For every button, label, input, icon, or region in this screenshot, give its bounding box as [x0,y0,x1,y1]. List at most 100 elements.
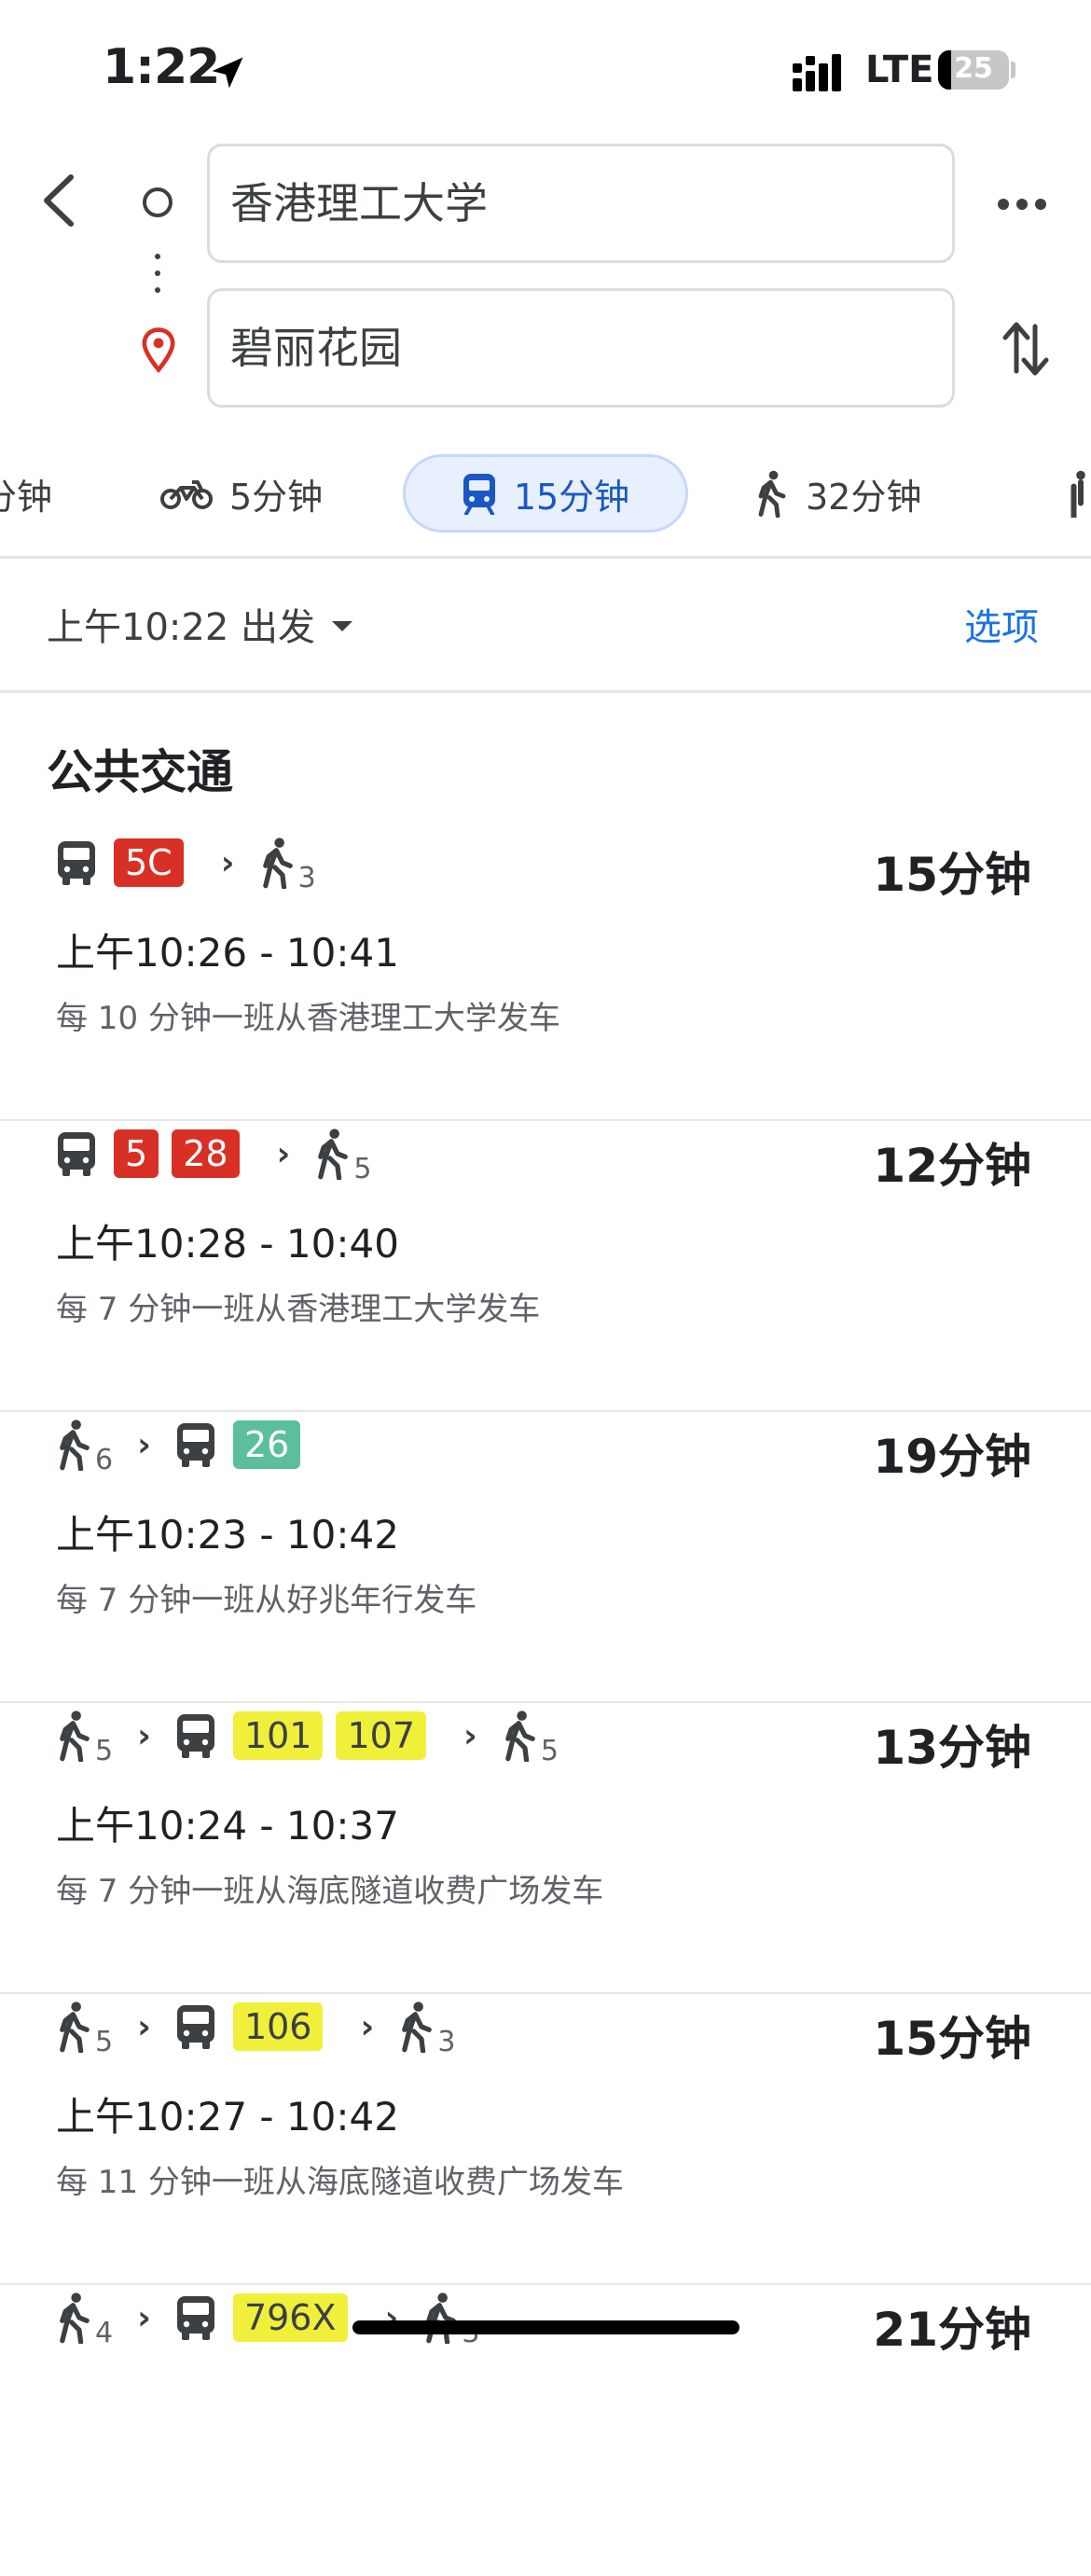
mode-tab-motorcycle[interactable]: 5分钟 [160,454,323,533]
battery-nub [1011,62,1015,78]
walk-icon [758,470,786,518]
route-frequency: 每 7 分钟一班从好兆年行发车 [56,1582,477,1619]
route-steps: 5 28 › 5 [56,1121,371,1186]
mode-label: 5分钟 [229,476,324,518]
location-arrow-icon [212,57,243,89]
chevron-right-icon: › [137,2007,151,2046]
route-steps: 5 › 106 › 3 [56,1994,455,2059]
route-duration: 19分钟 [873,1430,1031,1484]
walk-icon [318,1129,349,1180]
section-title: 公共交通 [47,745,233,799]
route-frequency: 每 11 分钟一班从海底隧道收费广场发车 [56,2164,624,2201]
walk-minutes: 4 [95,2317,114,2349]
route-option[interactable]: 5 › 101 107 › 5 13分钟上午10:24 - 10:37 每 7 分钟一班从海底… [0,1703,1091,1994]
walk-step: 6 [56,1419,113,1476]
mode-tab-ride[interactable] [1061,454,1091,533]
bus-icon [58,1132,95,1176]
route-steps: 5C › 3 [56,830,316,895]
walk-minutes: 5 [95,2026,114,2058]
route-option[interactable]: 5 › 106 › 3 15分钟上午10:27 - 10:42 每 11 分钟一班从海底隧道… [0,1994,1091,2285]
walk-minutes: 3 [437,2026,456,2058]
bus-line-badge: 5 [114,1129,159,1178]
walk-step: 5 [314,1128,371,1185]
status-time: 1:22 [103,39,220,95]
walk-step: 5 [502,1710,559,1767]
signal-icon [793,54,841,91]
chevron-right-icon: › [137,2298,151,2337]
walk-icon [262,838,293,889]
walk-icon [60,1420,90,1471]
walk-step: 3 [422,2292,479,2349]
mode-tab-walking[interactable]: 32分钟 [755,454,921,533]
bus-line-badge: 28 [172,1129,240,1178]
back-arrow-icon[interactable] [37,168,84,233]
mode-tab-driving[interactable]: 分钟 [0,454,52,533]
route-steps: 6 › 26 [56,1412,313,1477]
network-label: LTE [865,48,934,91]
walk-minutes: 5 [540,1735,559,1767]
walk-icon [505,1710,535,1762]
walk-icon [60,2001,90,2053]
bus-line-badge: 26 [232,1420,301,1469]
destination-field[interactable]: 碧丽花园 [207,288,955,408]
route-duration: 13分钟 [873,1721,1031,1775]
chevron-right-icon: › [360,2007,375,2046]
ride-icon [1070,470,1085,518]
route-time-range: 上午10:24 - 10:37 [56,1803,399,1849]
route-time-range: 上午10:23 - 10:42 [56,1512,399,1558]
route-steps: 5 › 101 107 › 5 [56,1703,559,1768]
walk-minutes: 6 [95,1444,114,1476]
home-indicator [352,2320,739,2334]
mode-label: 32分钟 [806,476,922,518]
depart-time-selector[interactable]: 上午10:22 出发 [47,597,352,651]
bus-line-badge: 101 [232,1711,324,1760]
walk-icon [402,2001,433,2053]
divider [0,690,1091,693]
walk-icon [60,2292,90,2344]
chevron-right-icon: › [137,1716,151,1755]
route-option[interactable]: 6 › 26 19分钟上午10:23 - 10:42 每 7 分钟一班从好兆年行发车 [0,1412,1091,1703]
more-options-icon[interactable] [996,190,1048,218]
mode-label: 分钟 [0,476,53,518]
battery-icon: 25 [938,50,1009,90]
motorcycle-icon [160,480,213,509]
walk-step: 4 [56,2292,113,2349]
walk-minutes: 5 [95,1735,114,1767]
bus-icon [176,1714,214,1758]
walk-icon [60,1710,90,1762]
route-frequency: 每 7 分钟一班从海底隧道收费广场发车 [56,1873,604,1910]
route-duration: 12分钟 [873,1139,1031,1193]
walk-step: 5 [56,1710,113,1767]
destination-pin-icon [142,327,175,373]
route-option[interactable]: 5C › 3 15分钟上午10:26 - 10:41 每 10 分钟一班从香港理工大学发… [0,830,1091,1121]
chevron-right-icon: › [463,1716,477,1755]
mode-label: 15分钟 [513,476,630,518]
origin-field[interactable]: 香港理工大学 [207,144,955,263]
walk-step: 3 [259,837,316,894]
bus-line-badge: 5C [114,838,184,887]
walk-minutes: 3 [297,862,316,894]
bus-line-badge: 796X [232,2293,348,2342]
route-option[interactable]: 5 28 › 5 12分钟 上午10:28 - 10:40 每 7 分钟一班从香港理工大学发… [0,1121,1091,1412]
route-frequency: 每 10 分钟一班从香港理工大学发车 [56,1000,560,1037]
route-time-range: 上午10:26 - 10:41 [56,930,399,976]
route-duration: 15分钟 [873,848,1031,902]
bus-icon [176,2005,214,2049]
dropdown-caret-icon [332,620,352,631]
walk-step: 3 [398,2001,455,2058]
transit-icon [463,474,495,515]
chevron-right-icon: › [137,1425,151,1464]
chevron-right-icon: › [220,843,235,882]
bus-line-badge: 106 [232,2002,324,2051]
route-duration: 15分钟 [873,2012,1031,2066]
walk-step: 5 [56,2001,113,2058]
bus-line-badge: 107 [336,1711,426,1760]
route-time-range: 上午10:27 - 10:42 [56,2094,399,2140]
mode-tab-transit[interactable]: 15分钟 [403,454,688,533]
divider [0,556,1091,559]
route-steps: 4›796X›3 [56,2285,479,2350]
bus-icon [176,2296,214,2340]
options-link[interactable]: 选项 [964,597,1039,651]
swap-icon[interactable] [1001,317,1050,381]
walk-icon [426,2292,457,2344]
